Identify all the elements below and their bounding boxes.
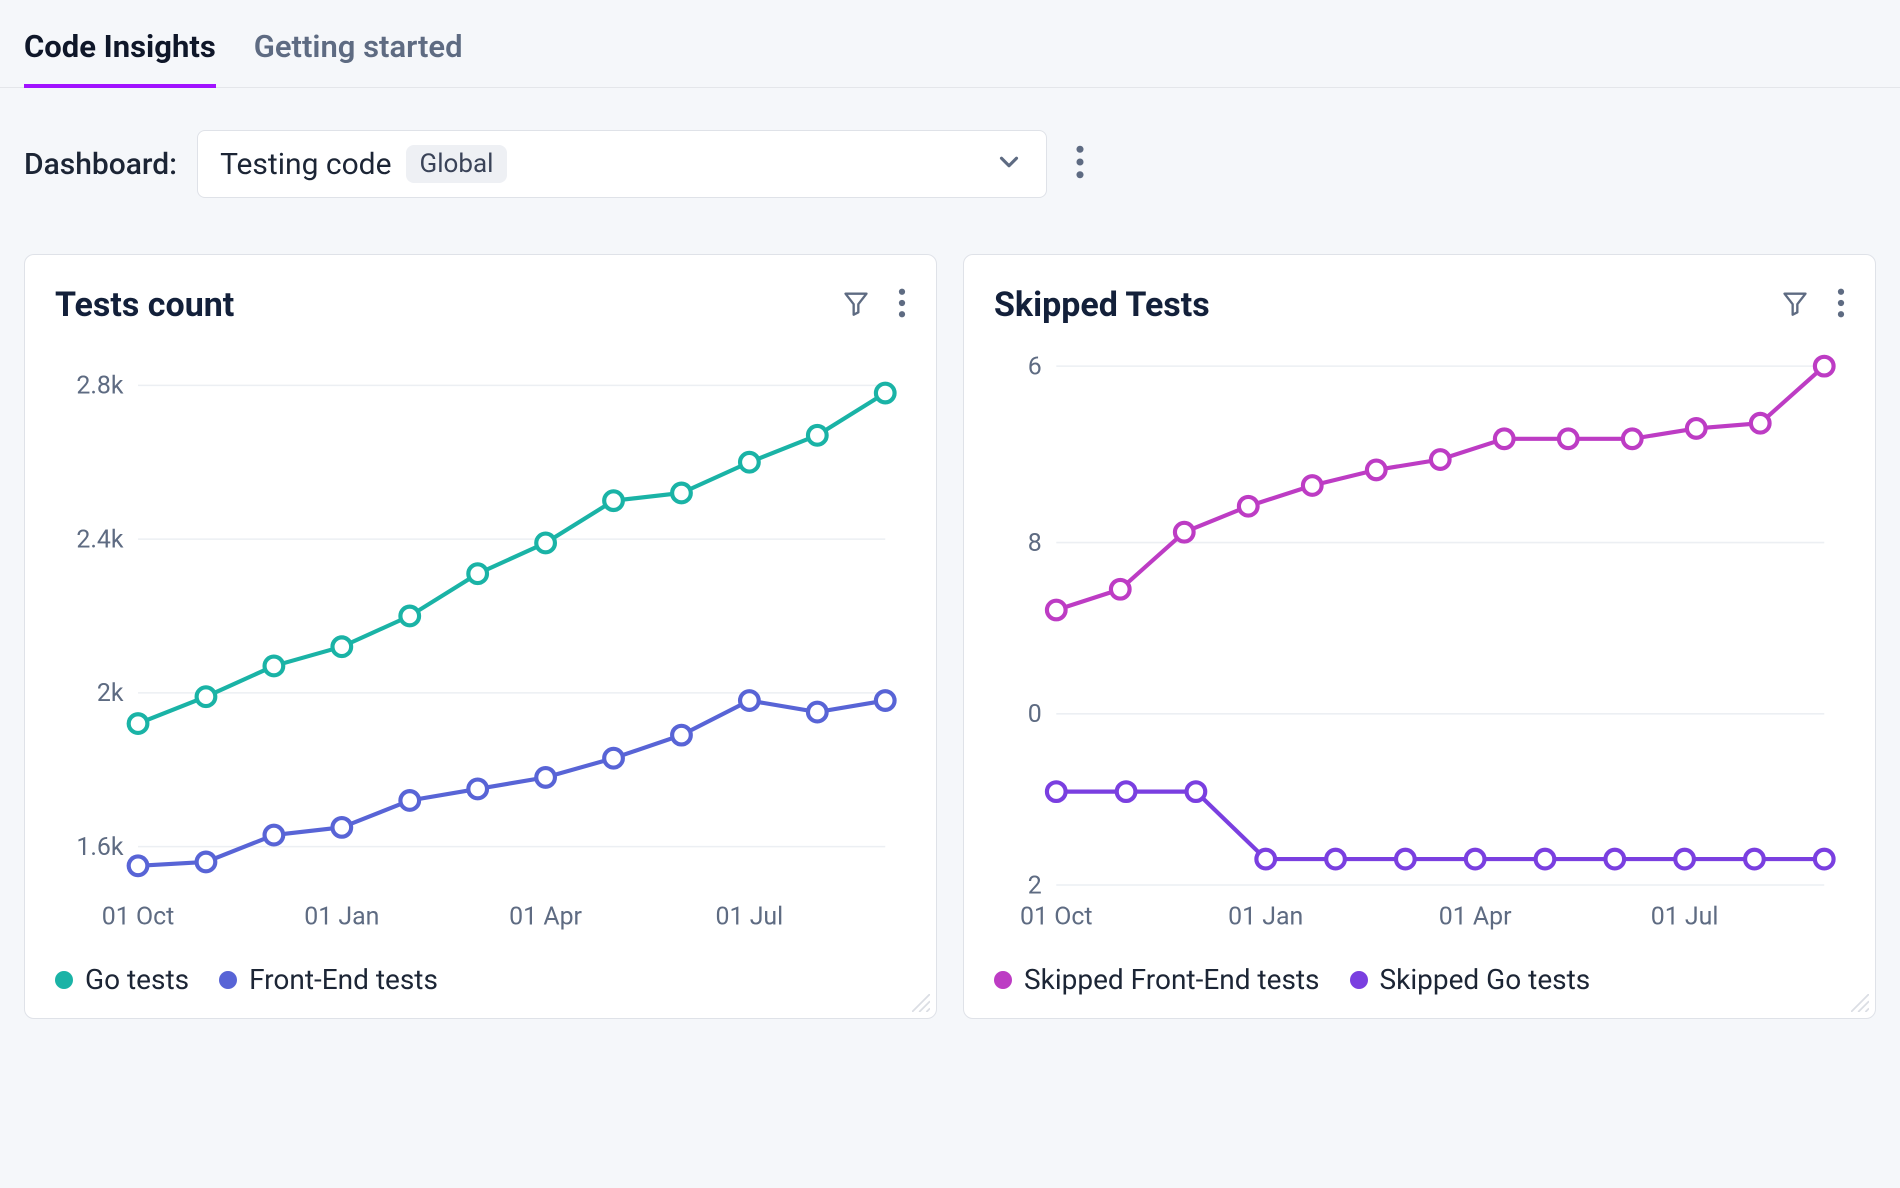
svg-text:2k: 2k bbox=[97, 679, 124, 708]
card-title-tests-count: Tests count bbox=[55, 285, 234, 325]
dashboard-select-value: Testing code bbox=[220, 147, 391, 182]
legend-label: Front-End tests bbox=[249, 963, 438, 996]
svg-text:01 Jan: 01 Jan bbox=[1228, 902, 1303, 931]
svg-text:01 Oct: 01 Oct bbox=[1020, 902, 1092, 931]
card-title-skipped: Skipped Tests bbox=[994, 285, 1210, 325]
svg-text:01 Apr: 01 Apr bbox=[509, 902, 582, 931]
svg-text:01 Apr: 01 Apr bbox=[1439, 902, 1512, 931]
legend-dot bbox=[219, 971, 237, 989]
page-tabs: Code Insights Getting started bbox=[0, 0, 1900, 88]
card-tests-count: Tests count 1.6k 2k 2.4k 2.8k 01 Oct 01 Jan 01… bbox=[24, 254, 937, 1019]
legend-label: Skipped Go tests bbox=[1380, 963, 1591, 996]
svg-text:01 Jul: 01 Jul bbox=[1651, 902, 1719, 931]
svg-text:2.8k: 2.8k bbox=[76, 372, 124, 401]
filter-icon[interactable] bbox=[842, 289, 870, 321]
dashboard-scope-badge: Global bbox=[406, 145, 508, 183]
resize-handle-icon[interactable] bbox=[912, 994, 930, 1012]
legend-skipped: Skipped Front-End tests Skipped Go tests bbox=[994, 963, 1845, 996]
chart-tests-count: 1.6k 2k 2.4k 2.8k 01 Oct 01 Jan 01 Apr 01 Jul bbox=[55, 335, 906, 947]
dashboard-select[interactable]: Testing code Global bbox=[197, 130, 1047, 198]
tab-getting-started[interactable]: Getting started bbox=[254, 28, 463, 87]
svg-text:01 Jul: 01 Jul bbox=[716, 902, 784, 931]
legend-tests-count: Go tests Front-End tests bbox=[55, 963, 906, 996]
svg-text:01 Jan: 01 Jan bbox=[304, 902, 379, 931]
legend-dot bbox=[1350, 971, 1368, 989]
filter-icon[interactable] bbox=[1781, 289, 1809, 321]
chevron-down-icon bbox=[994, 147, 1024, 181]
card-kebab-menu[interactable] bbox=[898, 288, 906, 322]
resize-handle-icon[interactable] bbox=[1851, 994, 1869, 1012]
legend-item-fe[interactable]: Front-End tests bbox=[219, 963, 438, 996]
dashboard-kebab-menu[interactable] bbox=[1067, 137, 1093, 191]
legend-dot bbox=[994, 971, 1012, 989]
svg-text:01 Oct: 01 Oct bbox=[102, 902, 174, 931]
card-skipped-tests: Skipped Tests 2 0 8 6 01 Oct 01 Jan 01 Apr 01 J… bbox=[963, 254, 1876, 1019]
svg-text:8: 8 bbox=[1028, 529, 1042, 558]
legend-item-skipped-go[interactable]: Skipped Go tests bbox=[1350, 963, 1591, 996]
legend-label: Skipped Front-End tests bbox=[1024, 963, 1320, 996]
card-kebab-menu[interactable] bbox=[1837, 288, 1845, 322]
legend-dot bbox=[55, 971, 73, 989]
chart-skipped-tests: 2 0 8 6 01 Oct 01 Jan 01 Apr 01 Jul bbox=[994, 335, 1845, 947]
dashboard-row: Dashboard: Testing code Global bbox=[0, 88, 1900, 198]
legend-item-go[interactable]: Go tests bbox=[55, 963, 189, 996]
svg-text:2.4k: 2.4k bbox=[76, 525, 124, 554]
svg-text:2: 2 bbox=[1028, 871, 1042, 900]
svg-text:0: 0 bbox=[1028, 700, 1042, 729]
legend-label: Go tests bbox=[85, 963, 189, 996]
tab-code-insights[interactable]: Code Insights bbox=[24, 28, 216, 87]
legend-item-skipped-fe[interactable]: Skipped Front-End tests bbox=[994, 963, 1320, 996]
charts-row: Tests count 1.6k2k2.4k2.8k01 Oct01 Jan01… bbox=[0, 198, 1900, 1019]
dashboard-label: Dashboard: bbox=[24, 147, 177, 182]
svg-text:1.6k: 1.6k bbox=[76, 833, 124, 862]
svg-text:6: 6 bbox=[1028, 352, 1042, 381]
